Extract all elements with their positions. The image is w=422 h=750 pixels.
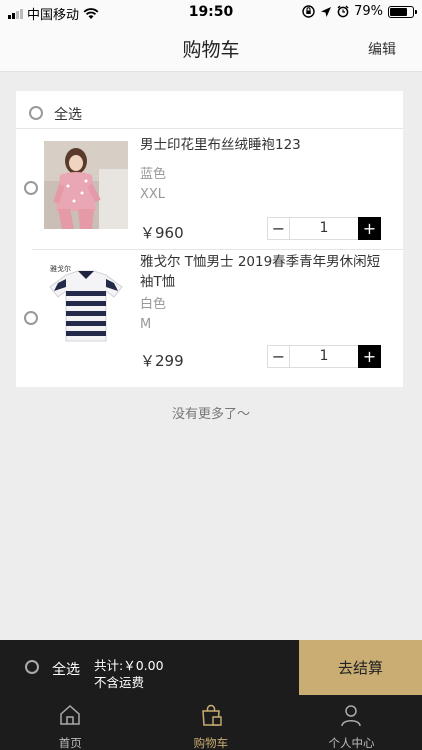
product-color: 蓝色 xyxy=(140,167,167,182)
select-all-label: 全选 xyxy=(54,107,82,123)
alarm-icon xyxy=(337,5,349,18)
item-select-radio[interactable] xyxy=(24,181,38,195)
quantity-value[interactable]: 1 xyxy=(290,346,358,367)
cart-item: 雅戈尔 雅戈尔 T恤男士 2019春季青年男休闲短袖T恤 白色 M ￥299 −… xyxy=(16,250,403,387)
edit-button[interactable]: 编辑 xyxy=(368,39,396,59)
tab-profile-label: 个人中心 xyxy=(328,736,375,750)
tab-cart-label: 购物车 xyxy=(193,736,229,750)
shipping-note: 不含运费 xyxy=(94,675,145,690)
product-image[interactable]: 雅戈尔 xyxy=(44,261,128,349)
select-all-row[interactable]: 全选 xyxy=(16,91,403,129)
decrease-quantity-button[interactable]: − xyxy=(268,346,290,367)
battery-fill xyxy=(390,7,408,16)
quantity-stepper: − 1 + xyxy=(267,345,381,368)
product-price: ￥960 xyxy=(140,224,184,242)
checkout-bar: 全选 共计:￥0.00 不含运费 去结算 xyxy=(0,640,422,695)
item-select-radio[interactable] xyxy=(24,311,38,325)
orientation-lock-icon xyxy=(302,5,315,18)
tab-cart[interactable]: 购物车 xyxy=(141,695,282,750)
increase-quantity-button[interactable]: + xyxy=(358,217,381,240)
select-all-radio[interactable] xyxy=(29,106,43,120)
tab-profile[interactable]: 个人中心 xyxy=(281,695,422,750)
page-title: 购物车 xyxy=(182,39,240,61)
product-name[interactable]: 男士印花里布丝绒睡袍123 xyxy=(140,135,390,155)
battery-percent: 79% xyxy=(354,4,383,19)
location-icon xyxy=(321,6,332,17)
product-size: M xyxy=(140,317,152,332)
no-more-text: 没有更多了～ xyxy=(171,407,250,422)
status-bar: 中国移动 19:50 79% xyxy=(0,0,422,24)
product-color: 白色 xyxy=(140,297,167,312)
product-price: ￥299 xyxy=(140,352,184,370)
cart-list: 全选 男士印花里布丝绒睡袍123 蓝色 XXL ￥960 − 1 + 雅戈尔 雅… xyxy=(16,91,403,387)
tab-home[interactable]: 首页 xyxy=(0,695,141,750)
product-image[interactable] xyxy=(44,141,128,229)
checkout-button[interactable]: 去结算 xyxy=(299,640,422,695)
quantity-stepper: − 1 + xyxy=(267,217,381,240)
battery-icon xyxy=(388,5,417,18)
tab-home-label: 首页 xyxy=(58,736,82,750)
tab-bar: 首页 购物车 个人中心 xyxy=(0,695,422,750)
user-icon xyxy=(341,705,362,727)
checkout-select-all-label[interactable]: 全选 xyxy=(52,659,80,679)
home-icon xyxy=(60,704,81,725)
checkout-select-all-radio[interactable] xyxy=(25,660,39,674)
increase-quantity-button[interactable]: + xyxy=(358,345,381,368)
product-size: XXL xyxy=(140,187,166,202)
quantity-value[interactable]: 1 xyxy=(290,218,358,239)
product-name[interactable]: 雅戈尔 T恤男士 2019春季青年男休闲短袖T恤 xyxy=(140,252,390,292)
svg-text:雅戈尔: 雅戈尔 xyxy=(50,264,71,273)
nav-header: 购物车 编辑 xyxy=(0,24,422,72)
status-right: 79% xyxy=(302,4,417,19)
shopping-bag-icon xyxy=(202,704,222,726)
decrease-quantity-button[interactable]: − xyxy=(268,218,290,239)
cart-item: 男士印花里布丝绒睡袍123 蓝色 XXL ￥960 − 1 + xyxy=(16,129,403,249)
